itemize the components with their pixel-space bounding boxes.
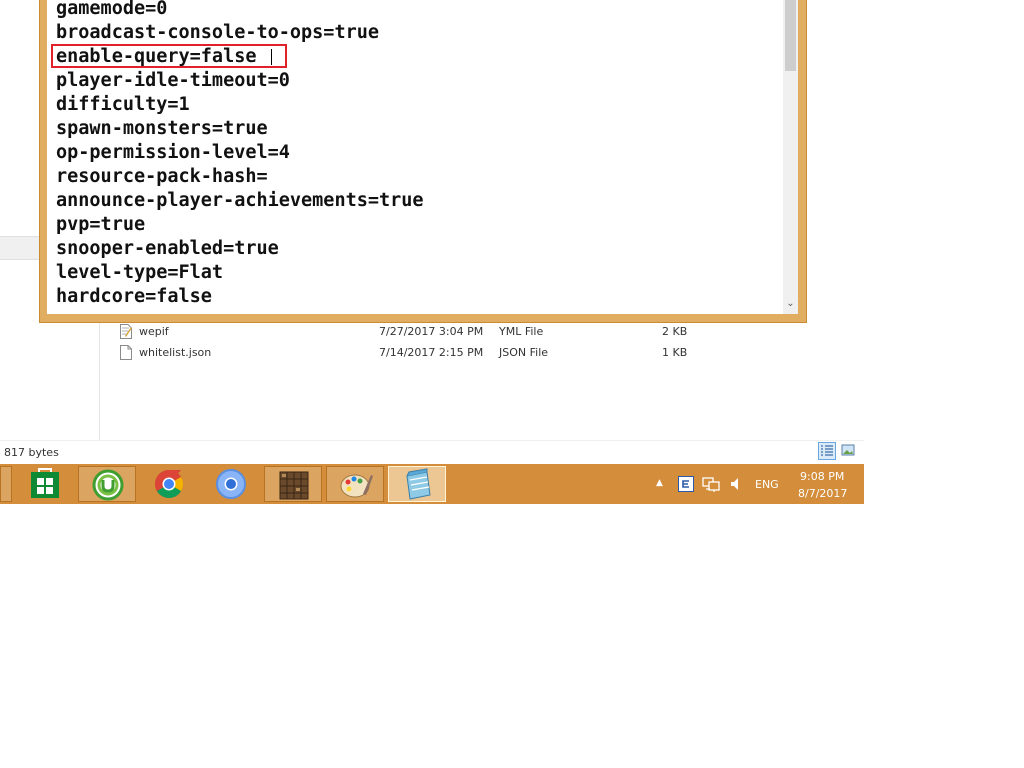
taskbar-chromium-button[interactable] bbox=[202, 466, 260, 502]
text-line: gamemode=0 bbox=[56, 0, 168, 19]
text-line: difficulty=1 bbox=[56, 94, 190, 115]
text-line: level-type=Flat bbox=[56, 262, 224, 283]
json-file-icon bbox=[120, 345, 132, 360]
text-line: op-permission-level=4 bbox=[56, 142, 290, 163]
taskbar: ▲ ENG 9:08 PM 8/7/2017 bbox=[0, 464, 864, 504]
details-view-icon bbox=[821, 445, 833, 456]
taskbar-chrome-button[interactable] bbox=[140, 466, 198, 502]
file-size: 2 KB bbox=[662, 325, 688, 338]
details-view-button[interactable] bbox=[818, 442, 836, 460]
taskbar-utorrent-button[interactable] bbox=[78, 466, 136, 502]
taskbar-minecraft-button[interactable] bbox=[264, 466, 322, 502]
text-line: player-idle-timeout=0 bbox=[56, 70, 290, 91]
text-line: hardcore=false bbox=[56, 286, 212, 307]
file-type: JSON File bbox=[499, 346, 549, 359]
paint-icon bbox=[340, 474, 373, 498]
chrome-icon bbox=[155, 470, 183, 498]
large-icons-view-icon bbox=[841, 444, 855, 456]
taskbar-partial-button[interactable] bbox=[0, 466, 12, 502]
taskbar-paint-button[interactable] bbox=[326, 466, 384, 502]
text-line: snooper-enabled=true bbox=[56, 238, 279, 259]
chromium-icon bbox=[216, 469, 246, 499]
large-icons-view-button[interactable] bbox=[840, 442, 858, 460]
scroll-down-arrow[interactable]: ⌄ bbox=[783, 296, 798, 312]
utorrent-icon bbox=[92, 469, 124, 501]
status-bar: 817 bytes bbox=[0, 440, 864, 465]
network-icon[interactable] bbox=[702, 476, 720, 492]
file-date: 7/27/2017 3:04 PM bbox=[379, 325, 484, 338]
file-name: whitelist.json bbox=[139, 346, 212, 359]
clock-date[interactable]: 8/7/2017 bbox=[798, 487, 847, 500]
taskbar-notepad-button[interactable] bbox=[388, 466, 446, 502]
text-line: pvp=true bbox=[56, 214, 146, 235]
file-type: YML File bbox=[499, 325, 544, 338]
notepad-icon bbox=[406, 468, 431, 500]
text-line: announce-player-achievements=true bbox=[56, 190, 424, 211]
text-line: spawn-monsters=true bbox=[56, 118, 268, 139]
status-text: 817 bytes bbox=[4, 446, 59, 459]
file-size: 1 KB bbox=[662, 346, 688, 359]
text-line: broadcast-console-to-ops=true bbox=[56, 22, 380, 43]
yml-file-icon bbox=[120, 324, 132, 339]
taskbar-store-button[interactable] bbox=[16, 466, 74, 502]
show-hidden-icons-button[interactable]: ▲ bbox=[656, 478, 663, 488]
minecraft-icon bbox=[279, 471, 309, 500]
scrollbar-thumb[interactable] bbox=[785, 0, 796, 71]
file-name: wepif bbox=[139, 325, 169, 338]
e-tray-icon[interactable] bbox=[678, 476, 694, 492]
highlight-box bbox=[51, 44, 287, 68]
store-icon bbox=[31, 468, 59, 498]
clock-time[interactable]: 9:08 PM bbox=[800, 470, 844, 483]
volume-icon[interactable] bbox=[728, 476, 744, 492]
vertical-scrollbar[interactable]: ⌄ bbox=[783, 0, 798, 314]
file-date: 7/14/2017 2:15 PM bbox=[379, 346, 484, 359]
file-row-whitelist[interactable]: whitelist.json 7/14/2017 2:15 PM JSON Fi… bbox=[118, 343, 718, 363]
text-line: resource-pack-hash= bbox=[56, 166, 268, 187]
language-indicator[interactable]: ENG bbox=[755, 478, 779, 491]
file-row-wepif[interactable]: wepif 7/27/2017 3:04 PM YML File 2 KB bbox=[118, 322, 718, 342]
text-caret bbox=[271, 49, 272, 65]
